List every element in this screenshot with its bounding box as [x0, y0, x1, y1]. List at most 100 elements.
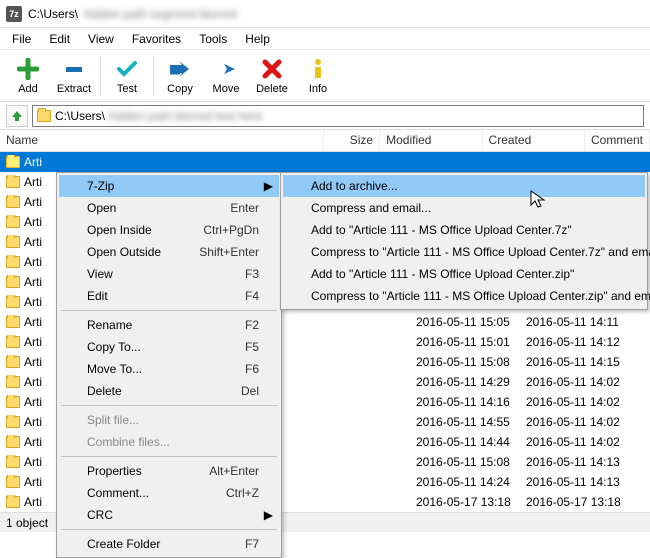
- file-name: Arti: [24, 215, 42, 229]
- menu-label: Open Inside: [87, 223, 152, 237]
- folder-icon: [6, 256, 20, 268]
- file-name: Arti: [24, 435, 42, 449]
- folder-icon: [6, 496, 20, 508]
- menu-shortcut: Ctrl+PgDn: [203, 223, 259, 237]
- copy-arrow-icon: [168, 57, 192, 81]
- menu-favorites[interactable]: Favorites: [124, 30, 189, 48]
- file-name: Arti: [24, 415, 42, 429]
- menu-help[interactable]: Help: [237, 30, 278, 48]
- add-label: Add: [18, 83, 38, 95]
- menu-item[interactable]: Open Inside Ctrl+PgDn: [59, 219, 279, 241]
- col-created[interactable]: Created: [483, 130, 585, 151]
- info-icon: [306, 57, 330, 81]
- menu-item[interactable]: DeleteDel: [59, 380, 279, 402]
- menu-edit[interactable]: Edit: [41, 30, 78, 48]
- folder-icon: [6, 356, 20, 368]
- file-name: Arti: [24, 155, 42, 169]
- file-name: Arti: [24, 235, 42, 249]
- menu-item[interactable]: ViewF3: [59, 263, 279, 285]
- file-name: Arti: [24, 395, 42, 409]
- menu-shortcut: Shift+Enter: [199, 245, 259, 259]
- folder-icon: [6, 336, 20, 348]
- col-size[interactable]: Size: [324, 130, 380, 151]
- submenu-item[interactable]: Compress to "Article 111 - MS Office Upl…: [283, 241, 645, 263]
- file-name: Arti: [24, 335, 42, 349]
- col-modified[interactable]: Modified: [380, 130, 482, 151]
- address-hidden: hidden path blurred text here: [109, 109, 262, 123]
- plus-icon: [16, 57, 40, 81]
- folder-icon: [6, 316, 20, 328]
- move-button[interactable]: Move: [204, 53, 248, 99]
- menu-item[interactable]: EditF4: [59, 285, 279, 307]
- menu-item[interactable]: Copy To...F5: [59, 336, 279, 358]
- info-label: Info: [309, 83, 327, 95]
- menu-item[interactable]: 7-Zip▶: [59, 175, 279, 197]
- submenu-label: Compress to "Article 111 - MS Office Upl…: [311, 289, 650, 303]
- separator: [100, 56, 101, 96]
- folder-icon: [6, 416, 20, 428]
- test-label: Test: [117, 83, 137, 95]
- menu-tools[interactable]: Tools: [191, 30, 235, 48]
- modified-cell: 2016-05-11 15:01: [410, 335, 520, 349]
- folder-icon: [6, 436, 20, 448]
- toolbar: Add Extract Test Copy Move Delete Info: [0, 50, 650, 102]
- add-button[interactable]: Add: [6, 53, 50, 99]
- menu-item: Combine files...: [59, 431, 279, 453]
- modified-cell: 2016-05-11 14:24: [410, 475, 520, 489]
- menu-label: Comment...: [87, 486, 149, 500]
- created-cell: 2016-05-11 14:12: [520, 335, 630, 349]
- copy-button[interactable]: Copy: [158, 53, 202, 99]
- submenu-item[interactable]: Compress and email...: [283, 197, 645, 219]
- menu-shortcut: F6: [245, 362, 259, 376]
- menu-item[interactable]: Open Outside Shift+Enter: [59, 241, 279, 263]
- window-title: C:\Users\: [28, 7, 78, 21]
- test-button[interactable]: Test: [105, 53, 149, 99]
- menu-item[interactable]: OpenEnter: [59, 197, 279, 219]
- submenu-item[interactable]: Add to "Article 111 - MS Office Upload C…: [283, 263, 645, 285]
- info-button[interactable]: Info: [296, 53, 340, 99]
- file-name: Arti: [24, 275, 42, 289]
- menu-shortcut: Del: [241, 384, 259, 398]
- copy-label: Copy: [167, 83, 193, 95]
- created-cell: 2016-05-11 14:13: [520, 475, 630, 489]
- delete-label: Delete: [256, 83, 288, 95]
- menu-item: Split file...: [59, 409, 279, 431]
- address-field[interactable]: C:\Users\ hidden path blurred text here: [32, 105, 644, 127]
- file-name: Arti: [24, 455, 42, 469]
- menu-shortcut: F2: [245, 318, 259, 332]
- table-row[interactable]: Arti: [0, 152, 650, 172]
- file-name: Arti: [24, 475, 42, 489]
- folder-icon: [6, 216, 20, 228]
- col-comment[interactable]: Comment: [585, 130, 650, 151]
- move-label: Move: [213, 83, 240, 95]
- folder-icon: [6, 156, 20, 168]
- menu-item[interactable]: RenameF2: [59, 314, 279, 336]
- folder-icon: [37, 110, 51, 122]
- menu-shortcut: F5: [245, 340, 259, 354]
- modified-cell: 2016-05-11 14:44: [410, 435, 520, 449]
- file-name: Arti: [24, 495, 42, 509]
- menu-file[interactable]: File: [4, 30, 39, 48]
- file-name: Arti: [24, 375, 42, 389]
- submenu-arrow-icon: ▶: [264, 508, 273, 522]
- menu-item[interactable]: Comment...Ctrl+Z: [59, 482, 279, 504]
- menu-item[interactable]: Move To...F6: [59, 358, 279, 380]
- menu-label: Open Outside: [87, 245, 161, 259]
- menu-shortcut: Enter: [230, 201, 259, 215]
- folder-icon: [6, 376, 20, 388]
- submenu-item[interactable]: Compress to "Article 111 - MS Office Upl…: [283, 285, 645, 307]
- submenu-item[interactable]: Add to archive...: [283, 175, 645, 197]
- delete-button[interactable]: Delete: [250, 53, 294, 99]
- col-name[interactable]: Name: [0, 130, 324, 151]
- menubar: File Edit View Favorites Tools Help: [0, 28, 650, 50]
- address-bar: C:\Users\ hidden path blurred text here: [0, 102, 650, 130]
- menu-item[interactable]: CRC▶: [59, 504, 279, 526]
- menu-view[interactable]: View: [80, 30, 122, 48]
- modified-cell: 2016-05-11 15:08: [410, 355, 520, 369]
- up-button[interactable]: [6, 105, 28, 127]
- menu-item[interactable]: Create FolderF7: [59, 533, 279, 555]
- modified-cell: 2016-05-11 14:29: [410, 375, 520, 389]
- extract-button[interactable]: Extract: [52, 53, 96, 99]
- menu-item[interactable]: PropertiesAlt+Enter: [59, 460, 279, 482]
- submenu-item[interactable]: Add to "Article 111 - MS Office Upload C…: [283, 219, 645, 241]
